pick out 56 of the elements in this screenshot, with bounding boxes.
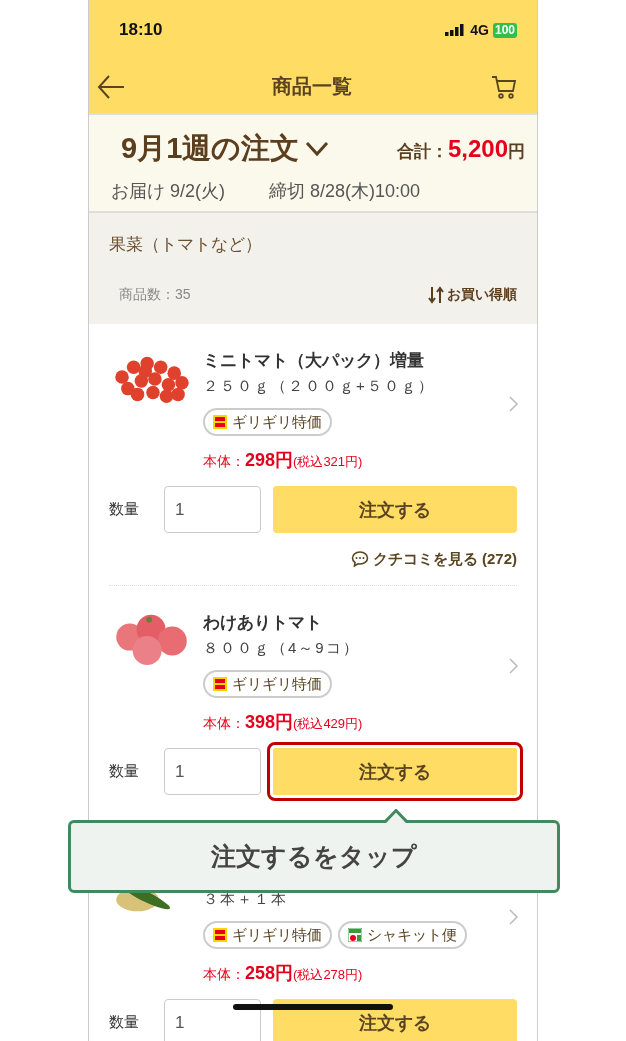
price-label: 本体： [203, 966, 245, 982]
chevron-right-icon[interactable] [509, 909, 519, 925]
price-value: 258円 [245, 963, 294, 983]
category-name: 果菜（トマトなど） [109, 234, 263, 256]
product-name[interactable]: わけありトマト [203, 610, 517, 636]
quantity-field[interactable]: 1 [164, 999, 261, 1041]
quantity-field[interactable]: 1 [164, 748, 261, 795]
sort-link[interactable]: お買い得順 [428, 286, 517, 304]
order-week[interactable]: 9月1週の注文 [121, 129, 300, 169]
status-time: 18:10 [119, 20, 164, 40]
tag-icon [213, 415, 227, 429]
product-name[interactable]: ミニトマト（大パック）増量 [203, 348, 517, 374]
signal-icon [445, 24, 466, 36]
total-amount: 5,200 [447, 135, 508, 162]
home-indicator[interactable] [233, 1004, 393, 1010]
chevron-right-icon[interactable] [509, 658, 519, 674]
price-label: 本体： [203, 715, 245, 731]
product-spec: ２５０ｇ（２００ｇ+５０ｇ） [203, 376, 436, 396]
order-deadline: 締切 8/28(木)10:00 [269, 180, 421, 203]
tag-icon [213, 928, 227, 942]
back-arrow-icon[interactable] [97, 73, 125, 100]
battery-icon: 100 [492, 22, 517, 38]
price-label: 本体： [203, 453, 245, 469]
tooltip-pointer-icon [384, 809, 408, 823]
price-value: 398円 [245, 712, 294, 732]
order-button[interactable]: 注文する [273, 999, 517, 1041]
tag-icon [213, 677, 227, 691]
instruction-tooltip: 注文するをタップ [68, 820, 560, 893]
delivery-date: お届け 9/2(火) [111, 180, 225, 203]
quantity-label: 数量 [109, 762, 140, 781]
tag-badge: ギリギリ特価 [203, 408, 332, 436]
quantity-label: 数量 [109, 500, 140, 519]
page-title: 商品一覧 [272, 74, 352, 99]
currency-label: 円 [508, 142, 525, 161]
order-button[interactable]: 注文する [273, 486, 517, 533]
reviews-link[interactable]: クチコミを見る (272) [109, 547, 517, 571]
product-spec: ８００ｇ（4～9コ） [203, 638, 361, 658]
tag-badge: シャキット便 [338, 921, 467, 949]
network-label: 4G [470, 22, 489, 38]
cart-icon[interactable] [491, 73, 517, 100]
item-count: 商品数：35 [119, 286, 191, 304]
price-value: 298円 [245, 450, 294, 470]
total-label: 合計： [396, 142, 448, 161]
tax-price: (税込429円) [293, 716, 363, 731]
tag-badge: ギリギリ特価 [203, 670, 332, 698]
tax-price: (税込321円) [293, 454, 363, 469]
chat-bubble-icon [350, 550, 369, 568]
tax-price: (税込278円) [293, 967, 363, 982]
tag-badge: ギリギリ特価 [203, 921, 332, 949]
sort-arrows-icon [428, 286, 444, 304]
quantity-label: 数量 [109, 1013, 140, 1032]
order-button[interactable]: 注文する [267, 742, 523, 801]
quantity-field[interactable]: 1 [164, 486, 261, 533]
chevron-down-icon[interactable] [305, 141, 330, 157]
tag-icon [348, 928, 362, 942]
chevron-right-icon[interactable] [509, 396, 519, 412]
